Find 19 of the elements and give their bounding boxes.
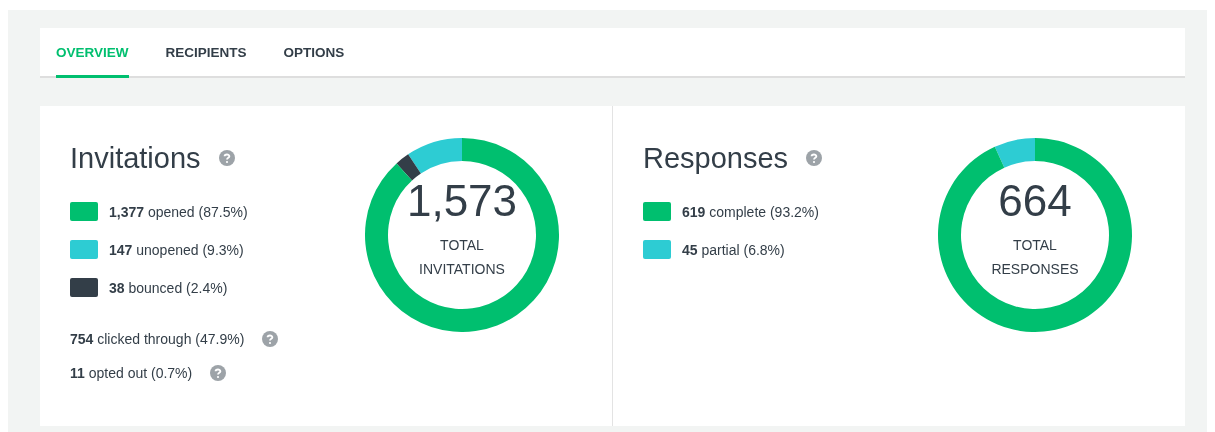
legend-text: 1,377 opened (87.5%) xyxy=(109,203,248,220)
legend-text: 38 bounced (2.4%) xyxy=(109,279,228,296)
total-label: TOTAL RESPONSES xyxy=(990,236,1080,279)
card-title: Responses xyxy=(643,141,789,175)
card-title: Invitations xyxy=(70,141,201,175)
tab[interactable]: RECIPIENTS xyxy=(165,28,247,78)
legend-text: 147 unopened (9.3%) xyxy=(109,241,244,258)
help-icon[interactable] xyxy=(806,150,823,166)
total-count: 1,573 xyxy=(406,179,518,223)
legend-text: 45 partial (6.8%) xyxy=(682,241,785,258)
tab[interactable]: OPTIONS xyxy=(283,28,345,78)
help-icon[interactable] xyxy=(262,331,279,347)
total-count: 664 xyxy=(998,179,1072,223)
help-icon[interactable] xyxy=(218,150,235,166)
stat-text: 11 opted out (0.7%) xyxy=(70,365,193,381)
total-label: TOTAL INVITATIONS xyxy=(418,236,506,279)
stat-text: 754 clicked through (47.9%) xyxy=(70,331,245,347)
help-icon[interactable] xyxy=(210,365,227,381)
legend-text: 619 complete (93.2%) xyxy=(682,203,819,220)
